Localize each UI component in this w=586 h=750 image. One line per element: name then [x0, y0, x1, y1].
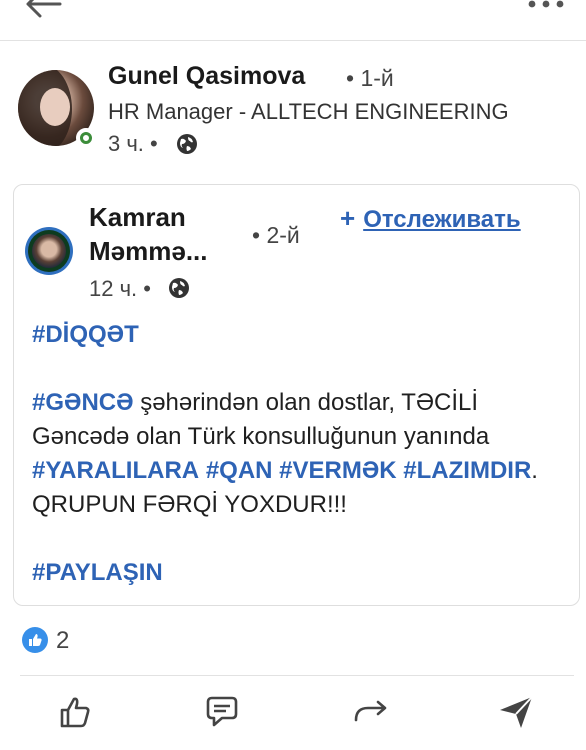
author-connection-degree: • 1-й: [346, 65, 394, 91]
comment-button[interactable]: [202, 694, 242, 730]
author-headline: HR Manager - ALLTECH ENGINEERING: [108, 99, 509, 124]
more-dots-icon[interactable]: [522, 0, 572, 16]
online-status-icon: [76, 128, 96, 148]
comment-icon: [206, 696, 238, 727]
author-name[interactable]: Gunel Qasimova: [108, 62, 305, 91]
follow-button[interactable]: + Отслеживать: [340, 203, 521, 234]
top-bar: [0, 0, 586, 41]
reaction-count: 2: [56, 627, 70, 654]
like-reaction-icon: [22, 627, 48, 653]
globe-icon: [168, 277, 190, 299]
shared-connection-degree: • 2-й: [252, 222, 300, 248]
hashtag-diqqet[interactable]: #DİQQƏT: [32, 321, 139, 348]
plus-icon: +: [340, 203, 356, 233]
hashtag-qan[interactable]: #QAN: [206, 457, 273, 484]
hashtag-paylasin[interactable]: #PAYLAŞIN: [32, 559, 163, 586]
send-button[interactable]: [496, 694, 536, 730]
shared-author-name[interactable]: Kamran Məmmə...: [89, 200, 249, 268]
send-icon: [500, 696, 533, 728]
hashtag-lazimdir[interactable]: #LAZIMDIR: [403, 457, 531, 484]
globe-icon: [176, 133, 198, 155]
shared-post-time: 12 ч. •: [89, 276, 151, 301]
repost-button[interactable]: [352, 694, 392, 730]
repost-icon: [354, 700, 387, 722]
author-post-time: 3 ч. •: [108, 131, 158, 156]
post-body: #DİQQƏT #GƏNCƏ şəhərindən olan dostlar, …: [32, 318, 567, 590]
back-arrow-icon[interactable]: [22, 0, 66, 22]
hashtag-gence[interactable]: #GƏNCƏ: [32, 389, 134, 416]
divider: [20, 675, 574, 676]
hashtag-yaralilara[interactable]: #YARALILARA: [32, 457, 199, 484]
follow-label: Отслеживать: [363, 206, 521, 233]
shared-author-avatar[interactable]: [25, 227, 73, 275]
like-button[interactable]: [56, 694, 96, 730]
hashtag-vermek[interactable]: #VERMƏK: [279, 457, 396, 484]
thumbs-up-icon: [60, 697, 90, 728]
